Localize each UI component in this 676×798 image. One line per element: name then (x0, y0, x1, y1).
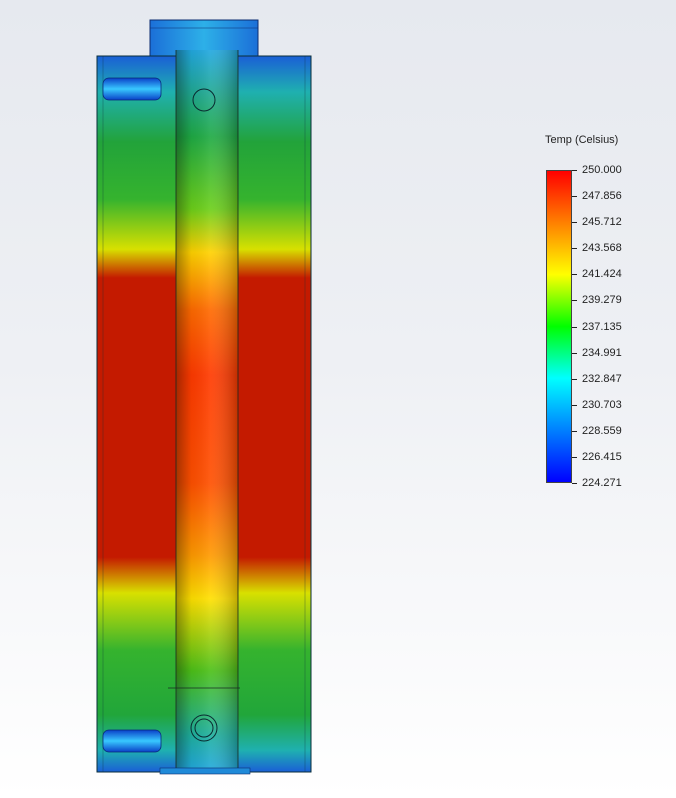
legend-colorbar (546, 170, 572, 483)
legend-tick (572, 170, 577, 171)
legend-tick (572, 456, 577, 458)
legend-tick (572, 326, 577, 328)
legend-tick-label: 247.856 (582, 190, 622, 203)
legend-tick-label: 224.271 (582, 477, 622, 489)
legend-tick-label: 243.568 (582, 242, 622, 255)
bottom-rim (159, 767, 251, 775)
graphics-viewport[interactable]: Temp (Celsius) 250.000 247.856 245.712 243.… (0, 0, 676, 798)
legend-tick-label: 245.712 (582, 216, 622, 229)
legend-tick (572, 248, 577, 250)
legend-title: Temp (Celsius) (545, 134, 619, 146)
thermal-model[interactable] (0, 0, 676, 798)
central-pipe (168, 50, 240, 772)
legend-tick-label: 230.703 (582, 398, 622, 411)
legend-tick-label: 239.279 (582, 294, 622, 307)
legend-tick-label: 232.847 (582, 372, 622, 385)
legend-tick (572, 483, 577, 484)
legend-tick (572, 378, 577, 380)
legend-tick (572, 274, 577, 276)
legend-tick-label: 237.135 (582, 320, 622, 333)
legend-tick-label: 250.000 (582, 164, 622, 176)
port-bottom-left (102, 729, 162, 753)
port-top-left (102, 77, 162, 101)
legend-tick (572, 352, 577, 354)
legend-tick (572, 430, 577, 432)
legend-tick (572, 404, 577, 406)
legend-tick-label: 241.424 (582, 268, 622, 281)
legend-tick (572, 196, 577, 198)
legend-tick-label: 228.559 (582, 424, 622, 437)
legend-tick-label: 234.991 (582, 346, 622, 359)
legend-tick (572, 222, 577, 224)
legend-tick-label: 226.415 (582, 450, 622, 463)
legend-tick (572, 300, 577, 302)
